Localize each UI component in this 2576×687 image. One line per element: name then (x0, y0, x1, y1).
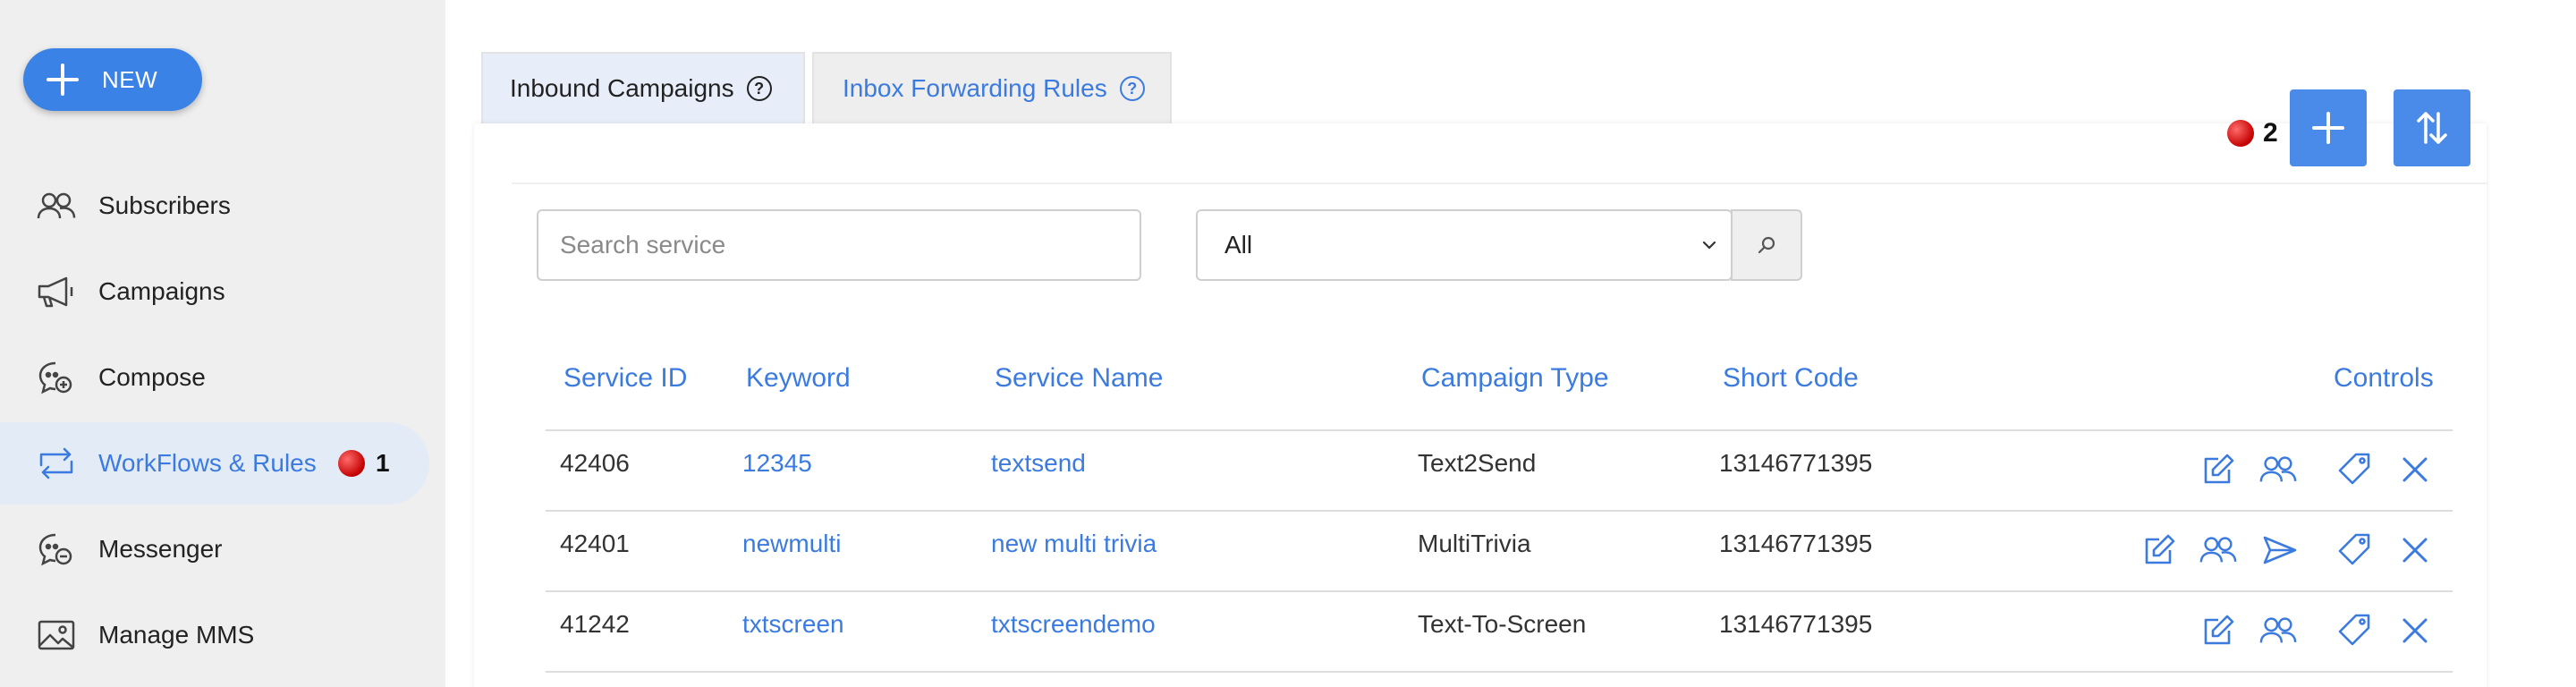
service-id-cell: 42406 (560, 449, 630, 477)
sidebar-item-compose[interactable]: Compose (0, 336, 429, 419)
column-header-service-id[interactable]: Service ID (564, 363, 687, 394)
search-button[interactable] (1731, 209, 1802, 281)
plus-icon (45, 62, 80, 98)
column-header-controls: Controls (2334, 363, 2434, 393)
edit-icon[interactable] (2140, 530, 2179, 570)
sidebar-item-label: Compose (98, 363, 206, 391)
sidebar-item-label: Messenger (98, 535, 223, 563)
tab-inbound-campaigns[interactable]: Inbound Campaigns ? (481, 52, 805, 123)
service-name-link[interactable]: textsend (991, 449, 1086, 478)
subscribers-icon[interactable] (2258, 450, 2298, 489)
column-header-keyword[interactable]: Keyword (746, 363, 851, 394)
add-button[interactable] (2290, 89, 2367, 166)
tag-icon[interactable] (2335, 530, 2375, 570)
service-name-link[interactable]: txtscreendemo (991, 610, 1156, 639)
tab-inbox-forwarding-rules[interactable]: Inbox Forwarding Rules ? (812, 52, 1172, 123)
service-name-link[interactable]: new multi trivia (991, 530, 1157, 558)
sidebar-item-messenger[interactable]: Messenger (0, 508, 429, 590)
users-icon (34, 183, 79, 228)
tab-label: Inbox Forwarding Rules (843, 74, 1107, 102)
sort-button[interactable] (2394, 89, 2470, 166)
sidebar-item-workflows[interactable]: WorkFlows & Rules 1 (0, 422, 429, 505)
alert-count: 2 (2263, 118, 2278, 148)
divider (546, 510, 2453, 512)
divider (512, 182, 2488, 184)
sidebar-item-subscribers[interactable]: Subscribers (0, 165, 429, 247)
campaign-type-cell: Text2Send (1418, 449, 1537, 477)
sidebar-item-campaigns[interactable]: Campaigns (0, 250, 429, 333)
edit-icon[interactable] (2199, 450, 2238, 489)
short-code-cell: 13146771395 (1719, 610, 1873, 638)
badge-count: 1 (376, 449, 390, 477)
column-header-campaign-type[interactable]: Campaign Type (1421, 363, 1609, 394)
delete-icon[interactable] (2395, 530, 2435, 570)
campaign-type-cell: MultiTrivia (1418, 530, 1531, 557)
notification-badge: 1 (338, 449, 390, 478)
campaign-type-select[interactable]: All (1196, 209, 1733, 281)
plus-icon (2312, 112, 2344, 144)
red-dot-icon (338, 450, 365, 477)
tag-icon[interactable] (2335, 611, 2375, 650)
sidebar-item-label: WorkFlows & Rules (98, 449, 317, 477)
subscribers-icon[interactable] (2199, 530, 2238, 570)
column-header-short-code[interactable]: Short Code (1723, 363, 1859, 394)
delete-icon[interactable] (2395, 611, 2435, 650)
send-icon[interactable] (2260, 530, 2300, 570)
divider (546, 590, 2453, 592)
sidebar-item-manage-mms[interactable]: Manage MMS (0, 594, 429, 676)
delete-icon[interactable] (2395, 450, 2435, 489)
help-icon[interactable]: ? (746, 76, 772, 101)
megaphone-icon (34, 269, 79, 314)
tag-icon[interactable] (2335, 450, 2375, 489)
search-input[interactable] (537, 209, 1141, 281)
keyword-link[interactable]: txtscreen (742, 610, 844, 639)
divider (546, 671, 2453, 673)
keyword-link[interactable]: 12345 (742, 449, 812, 478)
sidebar-item-label: Manage MMS (98, 621, 255, 649)
help-icon[interactable]: ? (1119, 76, 1145, 101)
sidebar: NEW Subscribers Campaigns Compose WorkFl (0, 0, 445, 687)
new-button-label: NEW (102, 65, 158, 93)
divider (546, 429, 2453, 431)
alert-indicator[interactable]: 2 (2227, 118, 2278, 148)
short-code-cell: 13146771395 (1719, 449, 1873, 477)
chevron-down-icon (1702, 241, 1716, 250)
column-header-service-name[interactable]: Service Name (995, 363, 1163, 394)
campaign-type-cell: Text-To-Screen (1418, 610, 1587, 638)
search-icon (1758, 236, 1775, 254)
new-button[interactable]: NEW (23, 48, 202, 111)
select-value: All (1224, 231, 1253, 259)
sidebar-item-label: Subscribers (98, 191, 231, 219)
messenger-icon (34, 527, 79, 572)
workflow-icon (34, 441, 79, 486)
keyword-link[interactable]: newmulti (742, 530, 841, 558)
tab-label: Inbound Campaigns (510, 74, 734, 102)
image-icon (34, 613, 79, 657)
service-id-cell: 41242 (560, 610, 630, 638)
edit-icon[interactable] (2199, 611, 2238, 650)
service-id-cell: 42401 (560, 530, 630, 557)
sidebar-item-label: Campaigns (98, 277, 225, 305)
content-panel (474, 123, 2487, 687)
short-code-cell: 13146771395 (1719, 530, 1873, 557)
sort-icon (2417, 112, 2447, 144)
compose-icon (34, 355, 79, 400)
subscribers-icon[interactable] (2258, 611, 2298, 650)
red-dot-icon (2227, 120, 2254, 147)
